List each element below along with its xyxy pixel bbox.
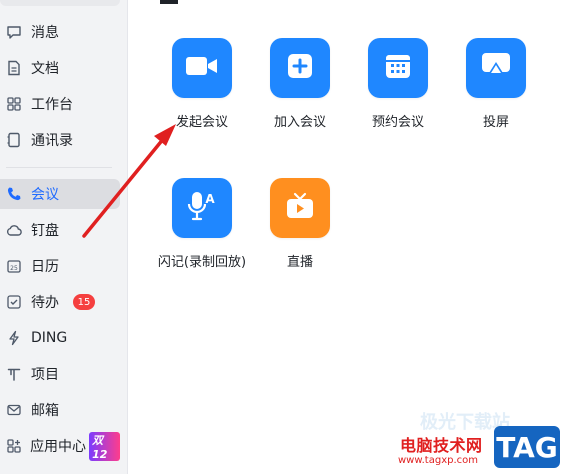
project-icon	[5, 365, 23, 383]
join-meeting-button[interactable]	[270, 38, 330, 98]
tile-label: 直播	[286, 255, 313, 270]
sidebar-item-workbench[interactable]: 工作台	[0, 89, 120, 119]
live-stream-button[interactable]	[270, 178, 330, 238]
watermark-title: 电脑技术网	[400, 436, 483, 455]
sidebar-item-label: 待办	[31, 295, 59, 311]
phone-icon	[5, 185, 23, 203]
sidebar-divider	[6, 167, 112, 168]
checkbox-icon	[5, 293, 23, 311]
screen-cast-button[interactable]	[466, 38, 526, 98]
sidebar-item-label: 日历	[31, 259, 59, 275]
sidebar-item-label: 项目	[31, 367, 59, 383]
sidebar-item-label: 钉盘	[31, 223, 59, 239]
chat-bubble-icon	[5, 23, 23, 41]
sidebar-item-label: DING	[31, 330, 68, 346]
tile-label: 加入会议	[273, 115, 326, 130]
schedule-meeting-tile[interactable]: 预约会议	[348, 38, 448, 130]
watermark-url: www.tagxp.com	[398, 455, 478, 466]
tile-label: 发起会议	[175, 115, 228, 130]
flash-notes-button[interactable]: A	[172, 178, 232, 238]
tile-label: 闪记(录制回放)	[157, 255, 247, 270]
sidebar-item-label: 会议	[31, 187, 59, 203]
tile-label: 投屏	[482, 115, 509, 130]
sidebar-item-contacts[interactable]: 通讯录	[0, 125, 120, 155]
sidebar-item-messages[interactable]: 消息	[0, 17, 120, 47]
sidebar-item-todo[interactable]: 待办 15	[0, 287, 120, 317]
todo-count-badge: 15	[73, 294, 95, 310]
sidebar-item-label: 工作台	[31, 97, 73, 113]
apps-icon	[5, 437, 22, 455]
tile-label: 预约会议	[371, 115, 424, 130]
sidebar-item-label: 邮箱	[31, 403, 59, 419]
svg-text:25: 25	[10, 265, 18, 272]
sidebar-item-ding[interactable]: DING	[0, 323, 120, 353]
top-bar-fragment	[160, 0, 178, 4]
sidebar-item-label: 应用中心	[30, 439, 87, 455]
calendar-icon: 25	[5, 257, 23, 275]
start-meeting-tile[interactable]: 发起会议	[152, 38, 252, 130]
sidebar-item-label: 消息	[31, 25, 59, 41]
grid-icon	[5, 95, 23, 113]
document-icon	[5, 59, 23, 77]
video-camera-icon	[185, 54, 219, 82]
sidebar-item-meetings[interactable]: 会议	[0, 179, 120, 209]
tv-play-icon	[285, 192, 315, 224]
plus-icon	[287, 53, 313, 83]
sidebar-item-mail[interactable]: 邮箱	[0, 395, 120, 425]
sidebar-item-app-center[interactable]: 应用中心 双12	[0, 431, 120, 461]
sidebar-item-calendar[interactable]: 25 日历	[0, 251, 120, 281]
contacts-icon	[5, 131, 23, 149]
lightning-icon	[5, 329, 23, 347]
start-meeting-button[interactable]	[172, 38, 232, 98]
calendar-icon	[384, 52, 412, 84]
sidebar: 消息 文档 工作台 通讯录 会议 钉盘 25 日历 待办 15 DING 项目 …	[0, 0, 128, 474]
promo-tag: 双12	[89, 431, 120, 461]
mail-icon	[5, 401, 23, 419]
join-meeting-tile[interactable]: 加入会议	[250, 38, 350, 130]
sidebar-top-item[interactable]	[0, 0, 120, 6]
sidebar-item-label: 通讯录	[31, 133, 73, 149]
flash-notes-tile[interactable]: A 闪记(录制回放)	[152, 178, 252, 270]
sidebar-item-docs[interactable]: 文档	[0, 53, 120, 83]
live-stream-tile[interactable]: 直播	[250, 178, 350, 270]
schedule-meeting-button[interactable]	[368, 38, 428, 98]
sidebar-item-projects[interactable]: 项目	[0, 359, 120, 389]
sidebar-item-label: 文档	[31, 61, 59, 77]
cloud-icon	[5, 221, 23, 239]
screen-cast-tile[interactable]: 投屏	[446, 38, 546, 130]
screen-cast-icon	[481, 52, 511, 84]
sidebar-item-drive[interactable]: 钉盘	[0, 215, 120, 245]
mic-a-icon: A	[187, 190, 217, 226]
svg-text:A: A	[205, 192, 215, 206]
watermark-tag-logo: TAG	[494, 426, 560, 468]
